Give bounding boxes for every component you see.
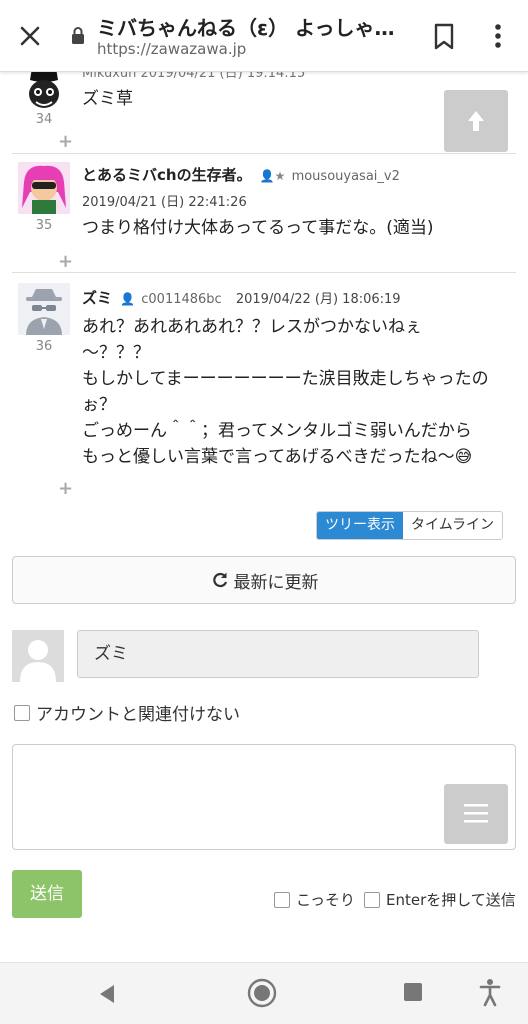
post-header: ズミ 👤 c0011486bc 2019/04/22 (月) 18:06:19 [82, 287, 401, 308]
sneak-checkbox[interactable] [274, 891, 290, 908]
poster-name[interactable]: とあるミバchの生存者。 [82, 166, 252, 184]
sneak-option: こっそり [274, 889, 355, 910]
user-icon: 👤 [120, 292, 136, 306]
sneak-label[interactable]: こっそり [296, 889, 355, 910]
scroll-to-top-button[interactable] [444, 90, 508, 152]
user-star-icon: 👤★ [259, 169, 286, 183]
bookmark-icon[interactable] [428, 18, 460, 54]
user-id[interactable]: mousouyasai_v2 [292, 169, 400, 184]
my-avatar[interactable] [12, 630, 64, 682]
post-number: 34 [35, 112, 53, 127]
anon-option: アカウントと関連付けない [14, 700, 240, 725]
home-icon[interactable] [246, 977, 278, 1009]
name-input[interactable]: ズミ [77, 630, 479, 678]
comment-textarea[interactable] [12, 744, 516, 850]
back-icon[interactable] [94, 981, 120, 1007]
lock-icon [70, 26, 86, 46]
send-button[interactable]: 送信 [12, 870, 82, 918]
enter-submit-checkbox[interactable] [364, 891, 380, 908]
more-menu-icon[interactable] [484, 18, 512, 54]
post-datetime: 2019/04/22 (月) 18:06:19 [235, 292, 401, 307]
close-icon[interactable] [12, 18, 48, 54]
enter-submit-label[interactable]: Enterを押して送信 [386, 889, 516, 910]
reply-plus-icon[interactable]: + [58, 478, 73, 499]
timeline-view-button[interactable]: タイムライン [403, 512, 503, 539]
tree-view-button[interactable]: ツリー表示 [317, 512, 403, 539]
page-url[interactable]: https://zawazawa.jp [97, 40, 246, 58]
reply-plus-icon[interactable]: + [58, 251, 73, 272]
post-35: 35 とあるミバchの生存者。 👤★ mousouyasai_v2 2019/0… [0, 154, 528, 272]
post-number: 35 [35, 218, 53, 233]
template-menu-button[interactable] [444, 784, 508, 844]
post-datetime: 2019/04/21 (日) 22:41:26 [82, 195, 247, 210]
user-id[interactable]: c0011486bc [141, 292, 221, 307]
refresh-button[interactable]: 最新に更新 [12, 556, 516, 604]
system-nav-bar [0, 962, 528, 1024]
view-toggle: ツリー表示 タイムライン [316, 511, 504, 540]
refresh-label: 最新に更新 [233, 572, 319, 593]
post-body: つまり格付け大体あってるって事だな。(適当) [82, 218, 434, 238]
page: ミバちゃんねる（ε） よっしゃ… https://zawazawa.jp 34 … [0, 0, 528, 1024]
avatar[interactable] [18, 162, 70, 214]
enter-submit-option: Enterを押して送信 [364, 889, 516, 910]
anon-checkbox[interactable] [14, 704, 30, 721]
post-header: とあるミバchの生存者。 👤★ mousouyasai_v2 [82, 164, 410, 185]
reply-plus-icon[interactable]: + [58, 131, 73, 152]
accessibility-icon[interactable] [478, 977, 502, 1007]
browser-toolbar: ミバちゃんねる（ε） よっしゃ… https://zawazawa.jp [0, 0, 528, 72]
post-number: 36 [35, 339, 53, 354]
refresh-icon [212, 572, 227, 588]
anon-label[interactable]: アカウントと関連付けない [36, 700, 240, 725]
page-title: ミバちゃんねる（ε） よっしゃ… [97, 16, 395, 40]
avatar[interactable] [18, 283, 70, 335]
poster-name[interactable]: ズミ [82, 289, 112, 307]
post-36: 36 ズミ 👤 c0011486bc 2019/04/22 (月) 18:06:… [0, 273, 528, 503]
post-body: あれ？あれあれあれ？？レスがつかないねぇ 〜？？？ もしかしてまーーーーーーーた… [82, 317, 489, 467]
recent-apps-icon[interactable] [402, 981, 424, 1003]
